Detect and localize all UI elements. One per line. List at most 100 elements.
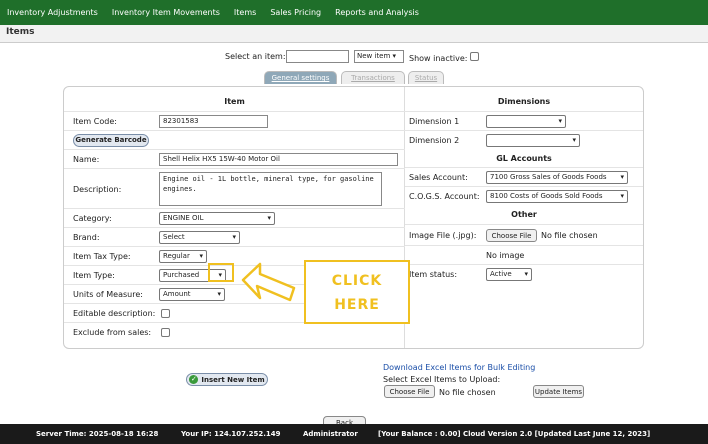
description-textarea[interactable]: Engine oil - 1L bottle, mineral type, fo… <box>159 172 382 206</box>
item-select-dropdown[interactable]: New item ▾ <box>354 50 404 63</box>
item-status-row: Item status: Active ▾ <box>405 264 643 283</box>
brand-row: Brand: Select ▾ <box>64 227 405 246</box>
editable-description-label: Editable description: <box>73 309 156 318</box>
brand-label: Brand: <box>73 233 100 242</box>
insert-new-item-button[interactable]: ✓ Insert New Item <box>186 373 268 386</box>
page-header: Items <box>0 25 708 43</box>
image-file-row: Image File (.jpg): Choose File No file c… <box>405 224 643 245</box>
item-type-value: Purchased <box>163 271 200 279</box>
chevron-down-icon: ▾ <box>620 192 624 200</box>
excel-choose-file-button[interactable]: Choose File <box>384 385 435 398</box>
exclude-sales-label: Exclude from sales: <box>73 328 152 337</box>
tab-transactions[interactable]: Transactions <box>341 71 405 84</box>
image-file-label: Image File (.jpg): <box>409 231 477 240</box>
item-status-select[interactable]: Active ▾ <box>486 268 532 281</box>
dimension1-select[interactable]: ▾ <box>486 115 566 128</box>
category-value: ENGINE OIL <box>163 214 204 222</box>
sales-account-row: Sales Account: 7100 Gross Sales of Goods… <box>405 167 643 186</box>
generate-barcode-button[interactable]: Generate Barcode <box>73 134 149 147</box>
tab-status[interactable]: Status <box>408 71 444 84</box>
uom-label: Units of Measure: <box>73 290 143 299</box>
brand-value: Select <box>163 233 185 241</box>
description-row: Description: Engine oil - 1L bottle, min… <box>64 168 405 208</box>
item-search-input[interactable] <box>286 50 349 63</box>
nav-inventory-adjustments[interactable]: Inventory Adjustments <box>7 8 98 17</box>
update-items-button[interactable]: Update Items <box>533 385 584 398</box>
chevron-down-icon: ▾ <box>620 173 624 181</box>
insert-new-item-label: Insert New Item <box>201 375 265 384</box>
chevron-down-icon: ▾ <box>392 52 397 60</box>
tab-general-settings[interactable]: General settings <box>264 71 337 84</box>
barcode-row: Generate Barcode <box>64 130 405 149</box>
other-heading: Other <box>511 210 537 219</box>
callout-line2: HERE <box>334 297 380 313</box>
cogs-account-value: 8100 Costs of Goods Sold Foods <box>490 192 603 200</box>
editable-description-checkbox[interactable] <box>161 309 170 318</box>
category-label: Category: <box>73 214 112 223</box>
uom-value: Amount <box>163 290 191 298</box>
choose-file-button[interactable]: Choose File <box>486 229 537 242</box>
item-status-label: Item status: <box>409 270 458 279</box>
user-ip: Your IP: 124.107.252.149 <box>181 430 281 438</box>
checkmark-icon: ✓ <box>189 375 199 384</box>
download-excel-link[interactable]: Download Excel Items for Bulk Editing <box>383 363 535 372</box>
name-input[interactable]: Shell Helix HX5 15W-40 Motor Oil <box>159 153 398 166</box>
status-footer: Server Time: 2025-08-18 16:28 Your IP: 1… <box>0 424 708 444</box>
cogs-account-row: C.O.G.S. Account: 8100 Costs of Goods So… <box>405 186 643 205</box>
tax-type-select[interactable]: Regular ▾ <box>159 250 207 263</box>
exclude-sales-row: Exclude from sales: <box>64 322 405 341</box>
select-excel-label: Select Excel Items to Upload: <box>383 375 501 384</box>
exclude-sales-checkbox[interactable] <box>161 328 170 337</box>
tax-type-value: Regular <box>163 252 190 260</box>
no-file-chosen-text: No file chosen <box>541 231 598 240</box>
show-inactive-text: Show inactive: <box>409 54 468 63</box>
uom-select[interactable]: Amount ▾ <box>159 288 225 301</box>
select-item-label: Select an item: <box>225 52 286 61</box>
dimension2-label: Dimension 2 <box>409 136 460 145</box>
arrow-icon <box>241 262 296 302</box>
item-code-row: Item Code: 82301583 <box>64 111 405 130</box>
top-navigation: Inventory Adjustments Inventory Item Mov… <box>0 0 708 25</box>
click-here-callout: CLICK HERE <box>304 260 410 324</box>
dimensions-section: Dimensions Dimension 1 ▾ Dimension 2 ▾ G… <box>405 87 643 287</box>
item-type-label: Item Type: <box>73 271 115 280</box>
image-preview-row: No image <box>405 245 643 264</box>
nav-reports-analysis[interactable]: Reports and Analysis <box>335 8 419 17</box>
chevron-down-icon: ▾ <box>524 270 528 278</box>
item-selector-row: Select an item: New item ▾ Show inactive… <box>0 50 708 66</box>
tab-bar: General settings Transactions Status <box>0 71 708 85</box>
dimension2-row: Dimension 2 ▾ <box>405 130 643 149</box>
dimension1-label: Dimension 1 <box>409 117 460 126</box>
item-heading: Item <box>224 97 245 106</box>
item-code-input[interactable]: 82301583 <box>159 115 268 128</box>
nav-items[interactable]: Items <box>234 8 256 17</box>
category-select[interactable]: ENGINE OIL ▾ <box>159 212 275 225</box>
brand-select[interactable]: Select ▾ <box>159 231 240 244</box>
chevron-down-icon: ▾ <box>267 214 271 222</box>
callout-line1: CLICK <box>331 273 383 289</box>
nav-sales-pricing[interactable]: Sales Pricing <box>270 8 321 17</box>
user-role: Administrator <box>303 430 358 438</box>
show-inactive-checkbox[interactable] <box>469 52 479 61</box>
chevron-down-icon: ▾ <box>232 233 236 241</box>
gl-accounts-heading: GL Accounts <box>496 154 552 163</box>
name-row: Name: Shell Helix HX5 15W-40 Motor Oil <box>64 149 405 168</box>
cogs-account-select[interactable]: 8100 Costs of Goods Sold Foods ▾ <box>486 190 628 203</box>
sales-account-label: Sales Account: <box>409 173 468 182</box>
no-image-text: No image <box>486 251 525 260</box>
item-code-label: Item Code: <box>73 117 117 126</box>
item-status-value: Active <box>490 270 512 278</box>
balance-version: [Your Balance : 0.00] Cloud Version 2.0 … <box>378 430 651 438</box>
show-inactive-label: Show inactive: <box>409 52 479 63</box>
name-label: Name: <box>73 155 100 164</box>
chevron-down-icon: ▾ <box>217 290 221 298</box>
sales-account-select[interactable]: 7100 Gross Sales of Goods Foods ▾ <box>486 171 628 184</box>
nav-inventory-item-movements[interactable]: Inventory Item Movements <box>112 8 220 17</box>
page-title: Items <box>6 27 35 37</box>
dimension1-row: Dimension 1 ▾ <box>405 111 643 130</box>
dimension2-select[interactable]: ▾ <box>486 134 580 147</box>
dimensions-heading: Dimensions <box>497 97 551 106</box>
description-label: Description: <box>73 185 122 194</box>
excel-no-file-text: No file chosen <box>439 388 496 397</box>
chevron-down-icon: ▾ <box>199 252 203 260</box>
